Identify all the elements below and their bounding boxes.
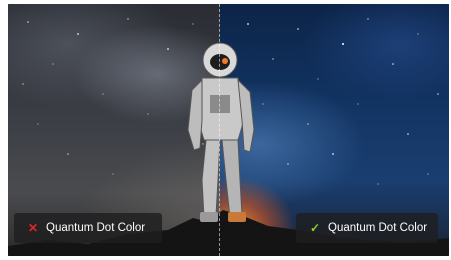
right-label-text: Quantum Dot Color: [328, 222, 428, 234]
comparison-divider: [219, 4, 220, 256]
without-feature-label: ✕ Quantum Dot Color: [14, 213, 162, 243]
left-label-text: Quantum Dot Color: [46, 222, 146, 234]
astronaut-figure: [187, 42, 255, 222]
cross-icon: ✕: [27, 221, 39, 235]
check-icon: ✓: [309, 221, 321, 235]
with-feature-label: ✓ Quantum Dot Color: [296, 213, 438, 243]
